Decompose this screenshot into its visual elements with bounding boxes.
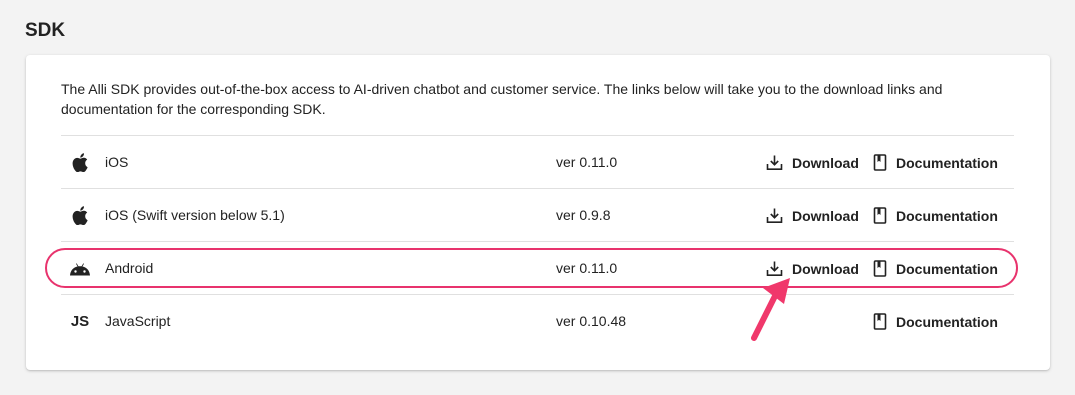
- description-line-1: The Alli SDK provides out-of-the-box acc…: [61, 81, 943, 97]
- sdk-card: The Alli SDK provides out-of-the-box acc…: [26, 55, 1050, 370]
- sdk-name: iOS (Swift version below 5.1): [105, 207, 285, 223]
- download-label: Download: [792, 154, 859, 171]
- sdk-list: iOS ver 0.11.0 Download Documentation iO…: [61, 135, 1014, 347]
- description-line-2: documentation for the corresponding SDK.: [61, 101, 326, 117]
- sdk-version: ver 0.10.48: [556, 313, 627, 329]
- documentation-label: Documentation: [896, 313, 998, 330]
- sdk-name: JavaScript: [105, 313, 171, 329]
- sdk-row-ios-legacy: iOS (Swift version below 5.1) ver 0.9.8 …: [61, 188, 1014, 241]
- download-icon: [766, 208, 783, 223]
- book-icon: [873, 313, 887, 330]
- apple-icon: [69, 189, 91, 242]
- sdk-page: SDK The Alli SDK provides out-of-the-box…: [0, 0, 1075, 395]
- documentation-button[interactable]: Documentation: [873, 136, 998, 189]
- annotation-arrow-icon: [751, 278, 790, 341]
- book-icon: [873, 154, 887, 171]
- documentation-label: Documentation: [896, 207, 998, 224]
- sdk-description: The Alli SDK provides out-of-the-box acc…: [61, 79, 1011, 119]
- js-icon: JS: [70, 313, 90, 330]
- download-label: Download: [792, 207, 859, 224]
- sdk-name: iOS: [105, 154, 129, 170]
- section-title: SDK: [25, 20, 66, 41]
- download-button[interactable]: Download: [766, 136, 859, 189]
- documentation-button[interactable]: Documentation: [873, 295, 998, 348]
- book-icon: [873, 207, 887, 224]
- sdk-row-ios: iOS ver 0.11.0 Download Documentation: [61, 135, 1014, 188]
- sdk-version: ver 0.11.0: [556, 154, 618, 170]
- sdk-row-javascript: JS JavaScript ver 0.10.48 Documentation: [61, 294, 1014, 347]
- highlight-outline: [45, 248, 1018, 288]
- download-button[interactable]: Download: [766, 189, 859, 242]
- sdk-version: ver 0.9.8: [556, 207, 611, 223]
- documentation-button[interactable]: Documentation: [873, 189, 998, 242]
- apple-icon: [69, 136, 91, 189]
- download-icon: [766, 155, 783, 170]
- documentation-label: Documentation: [896, 154, 998, 171]
